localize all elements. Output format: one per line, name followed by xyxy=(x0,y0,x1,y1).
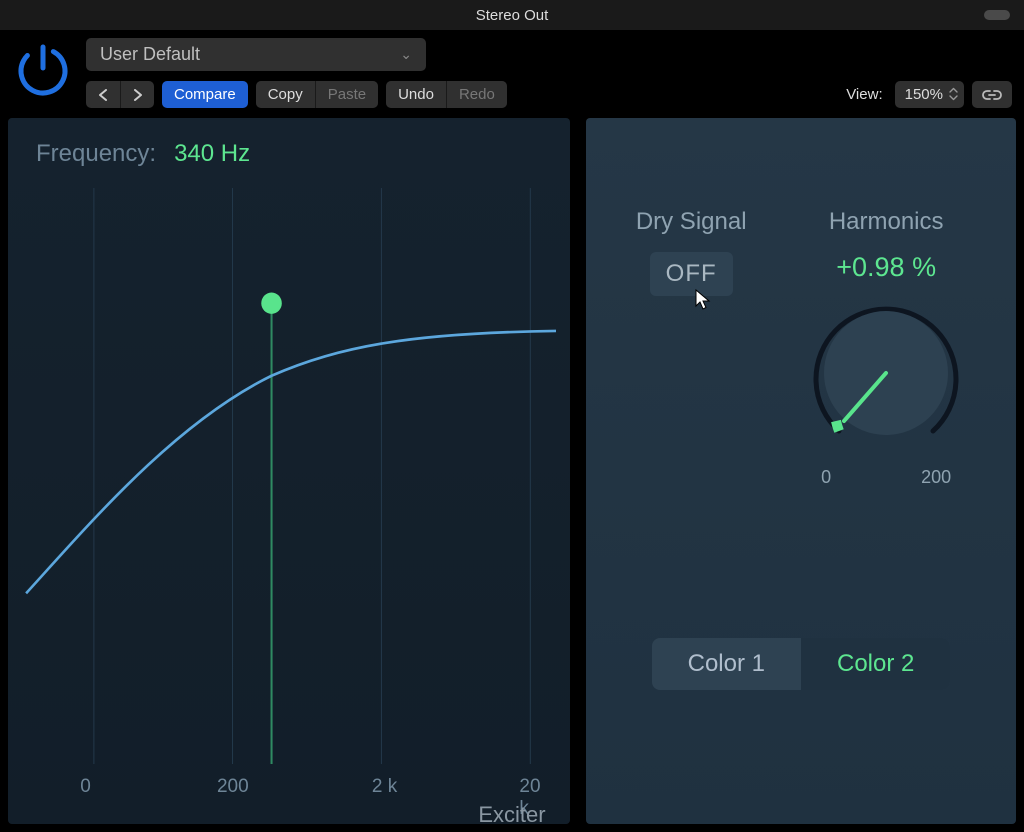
color-1-button[interactable]: Color 1 xyxy=(652,638,801,690)
plugin-name-label: Exciter xyxy=(0,802,1024,828)
chevron-down-icon: ⌄ xyxy=(400,46,412,63)
harmonics-value[interactable]: +0.98 % xyxy=(836,252,936,283)
cursor-icon xyxy=(694,288,712,319)
stepper-icon xyxy=(949,87,958,103)
frequency-value[interactable]: 340 Hz xyxy=(174,140,250,168)
prev-preset-button[interactable] xyxy=(86,81,120,108)
paste-button[interactable]: Paste xyxy=(316,81,378,108)
titlebar: Stereo Out xyxy=(0,0,1024,30)
color-2-button[interactable]: Color 2 xyxy=(801,638,950,690)
scale-max: 200 xyxy=(921,467,951,488)
dry-signal-control: Dry Signal OFF xyxy=(636,208,747,488)
axis-tick-200: 200 xyxy=(217,776,249,798)
dry-signal-state: OFF xyxy=(666,260,717,287)
dry-signal-toggle[interactable]: OFF xyxy=(650,252,733,296)
preset-name: User Default xyxy=(100,44,200,65)
power-icon[interactable] xyxy=(12,38,74,100)
compare-button[interactable]: Compare xyxy=(162,81,248,108)
x-axis-labels: 0 200 2 k 20 k xyxy=(8,776,570,802)
view-zoom-select[interactable]: 150% xyxy=(895,81,964,108)
harmonics-scale: 0 200 xyxy=(821,467,951,488)
redo-button[interactable]: Redo xyxy=(447,81,507,108)
plugin-body: Frequency: 340 Hz 0 200 2 k 20 k xyxy=(8,118,1016,824)
preset-nav-group xyxy=(86,81,154,108)
color-selector: Color 1 Color 2 xyxy=(652,638,951,690)
frequency-graph[interactable] xyxy=(22,188,556,764)
view-zoom-value: 150% xyxy=(905,86,943,103)
controls-panel: Dry Signal OFF Harmonics +0.98 % xyxy=(586,118,1016,824)
dry-signal-label: Dry Signal xyxy=(636,208,747,236)
copy-button[interactable]: Copy xyxy=(256,81,315,108)
harmonics-control: Harmonics +0.98 % 0 xyxy=(806,208,966,488)
scale-min: 0 xyxy=(821,467,831,488)
frequency-panel: Frequency: 340 Hz 0 200 2 k 20 k xyxy=(8,118,570,824)
window-title: Stereo Out xyxy=(476,7,549,24)
frequency-label: Frequency: xyxy=(36,140,156,168)
harmonics-knob[interactable] xyxy=(806,293,966,453)
plugin-header: User Default ⌄ Compare Copy Paste Undo R… xyxy=(0,30,1024,108)
harmonics-label: Harmonics xyxy=(829,208,944,236)
titlebar-indicator xyxy=(984,10,1010,20)
preset-select[interactable]: User Default ⌄ xyxy=(86,38,426,71)
axis-tick-0: 0 xyxy=(80,776,91,798)
axis-tick-2k: 2 k xyxy=(372,776,397,798)
next-preset-button[interactable] xyxy=(120,81,154,108)
view-label: View: xyxy=(846,86,882,103)
undo-button[interactable]: Undo xyxy=(386,81,446,108)
link-button[interactable] xyxy=(972,81,1012,108)
